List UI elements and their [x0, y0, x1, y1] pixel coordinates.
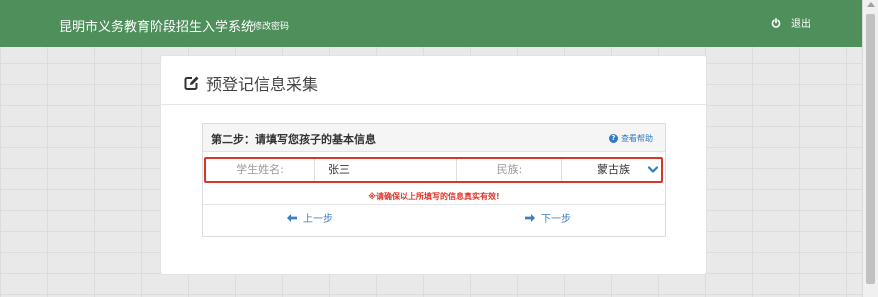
- vertical-scrollbar[interactable]: [862, 0, 878, 297]
- nation-label: 民族:: [456, 159, 562, 181]
- student-name-label: 学生姓名:: [236, 163, 284, 176]
- registration-panel: 预登记信息采集 第二步：请填写您孩子的基本信息 ? 查看帮助 学生姓名: 张三 …: [160, 55, 707, 275]
- prev-step-label: 上一步: [303, 214, 333, 225]
- form-header: 第二步：请填写您孩子的基本信息 ? 查看帮助: [203, 124, 665, 152]
- logout-label: 退出: [791, 19, 811, 30]
- highlighted-field-row: 学生姓名: 张三 民族: 蒙古族: [204, 157, 663, 183]
- student-name-input[interactable]: 张三: [314, 159, 456, 181]
- app-title: 昆明市义务教育阶段招生入学系统: [59, 20, 255, 35]
- form-divider: [203, 204, 665, 205]
- nation-selected-value: 蒙古族: [597, 163, 630, 176]
- step-title: 第二步：请填写您孩子的基本信息: [211, 133, 376, 146]
- logout-button[interactable]: 退出: [771, 15, 811, 30]
- panel-divider: [161, 104, 706, 105]
- prev-step-button[interactable]: 上一步: [287, 210, 333, 225]
- nation-select[interactable]: 蒙古族: [561, 159, 662, 181]
- student-info-form: 第二步：请填写您孩子的基本信息 ? 查看帮助 学生姓名: 张三 民族: 蒙古族 …: [202, 123, 666, 237]
- scroll-up-arrow-icon[interactable]: [867, 2, 875, 7]
- scroll-thumb[interactable]: [866, 14, 875, 284]
- arrow-right-icon: [525, 213, 535, 222]
- next-step-label: 下一步: [541, 214, 571, 225]
- question-circle-icon: ?: [609, 134, 618, 143]
- chevron-down-icon: [648, 166, 658, 173]
- top-navbar: 昆明市义务教育阶段招生入学系统 修改密码 退出: [0, 0, 862, 47]
- help-link[interactable]: ? 查看帮助: [609, 133, 653, 144]
- change-password-link[interactable]: 修改密码: [253, 19, 289, 32]
- power-icon: [771, 17, 781, 28]
- accuracy-warning: ※请确保以上所填写的信息真实有效!: [368, 192, 500, 201]
- next-step-button[interactable]: 下一步: [525, 210, 571, 225]
- edit-icon: [184, 76, 199, 90]
- help-link-label: 查看帮助: [621, 134, 653, 143]
- panel-title: 预登记信息采集: [206, 75, 319, 94]
- arrow-left-icon: [287, 213, 297, 222]
- panel-header: 预登记信息采集: [183, 71, 318, 95]
